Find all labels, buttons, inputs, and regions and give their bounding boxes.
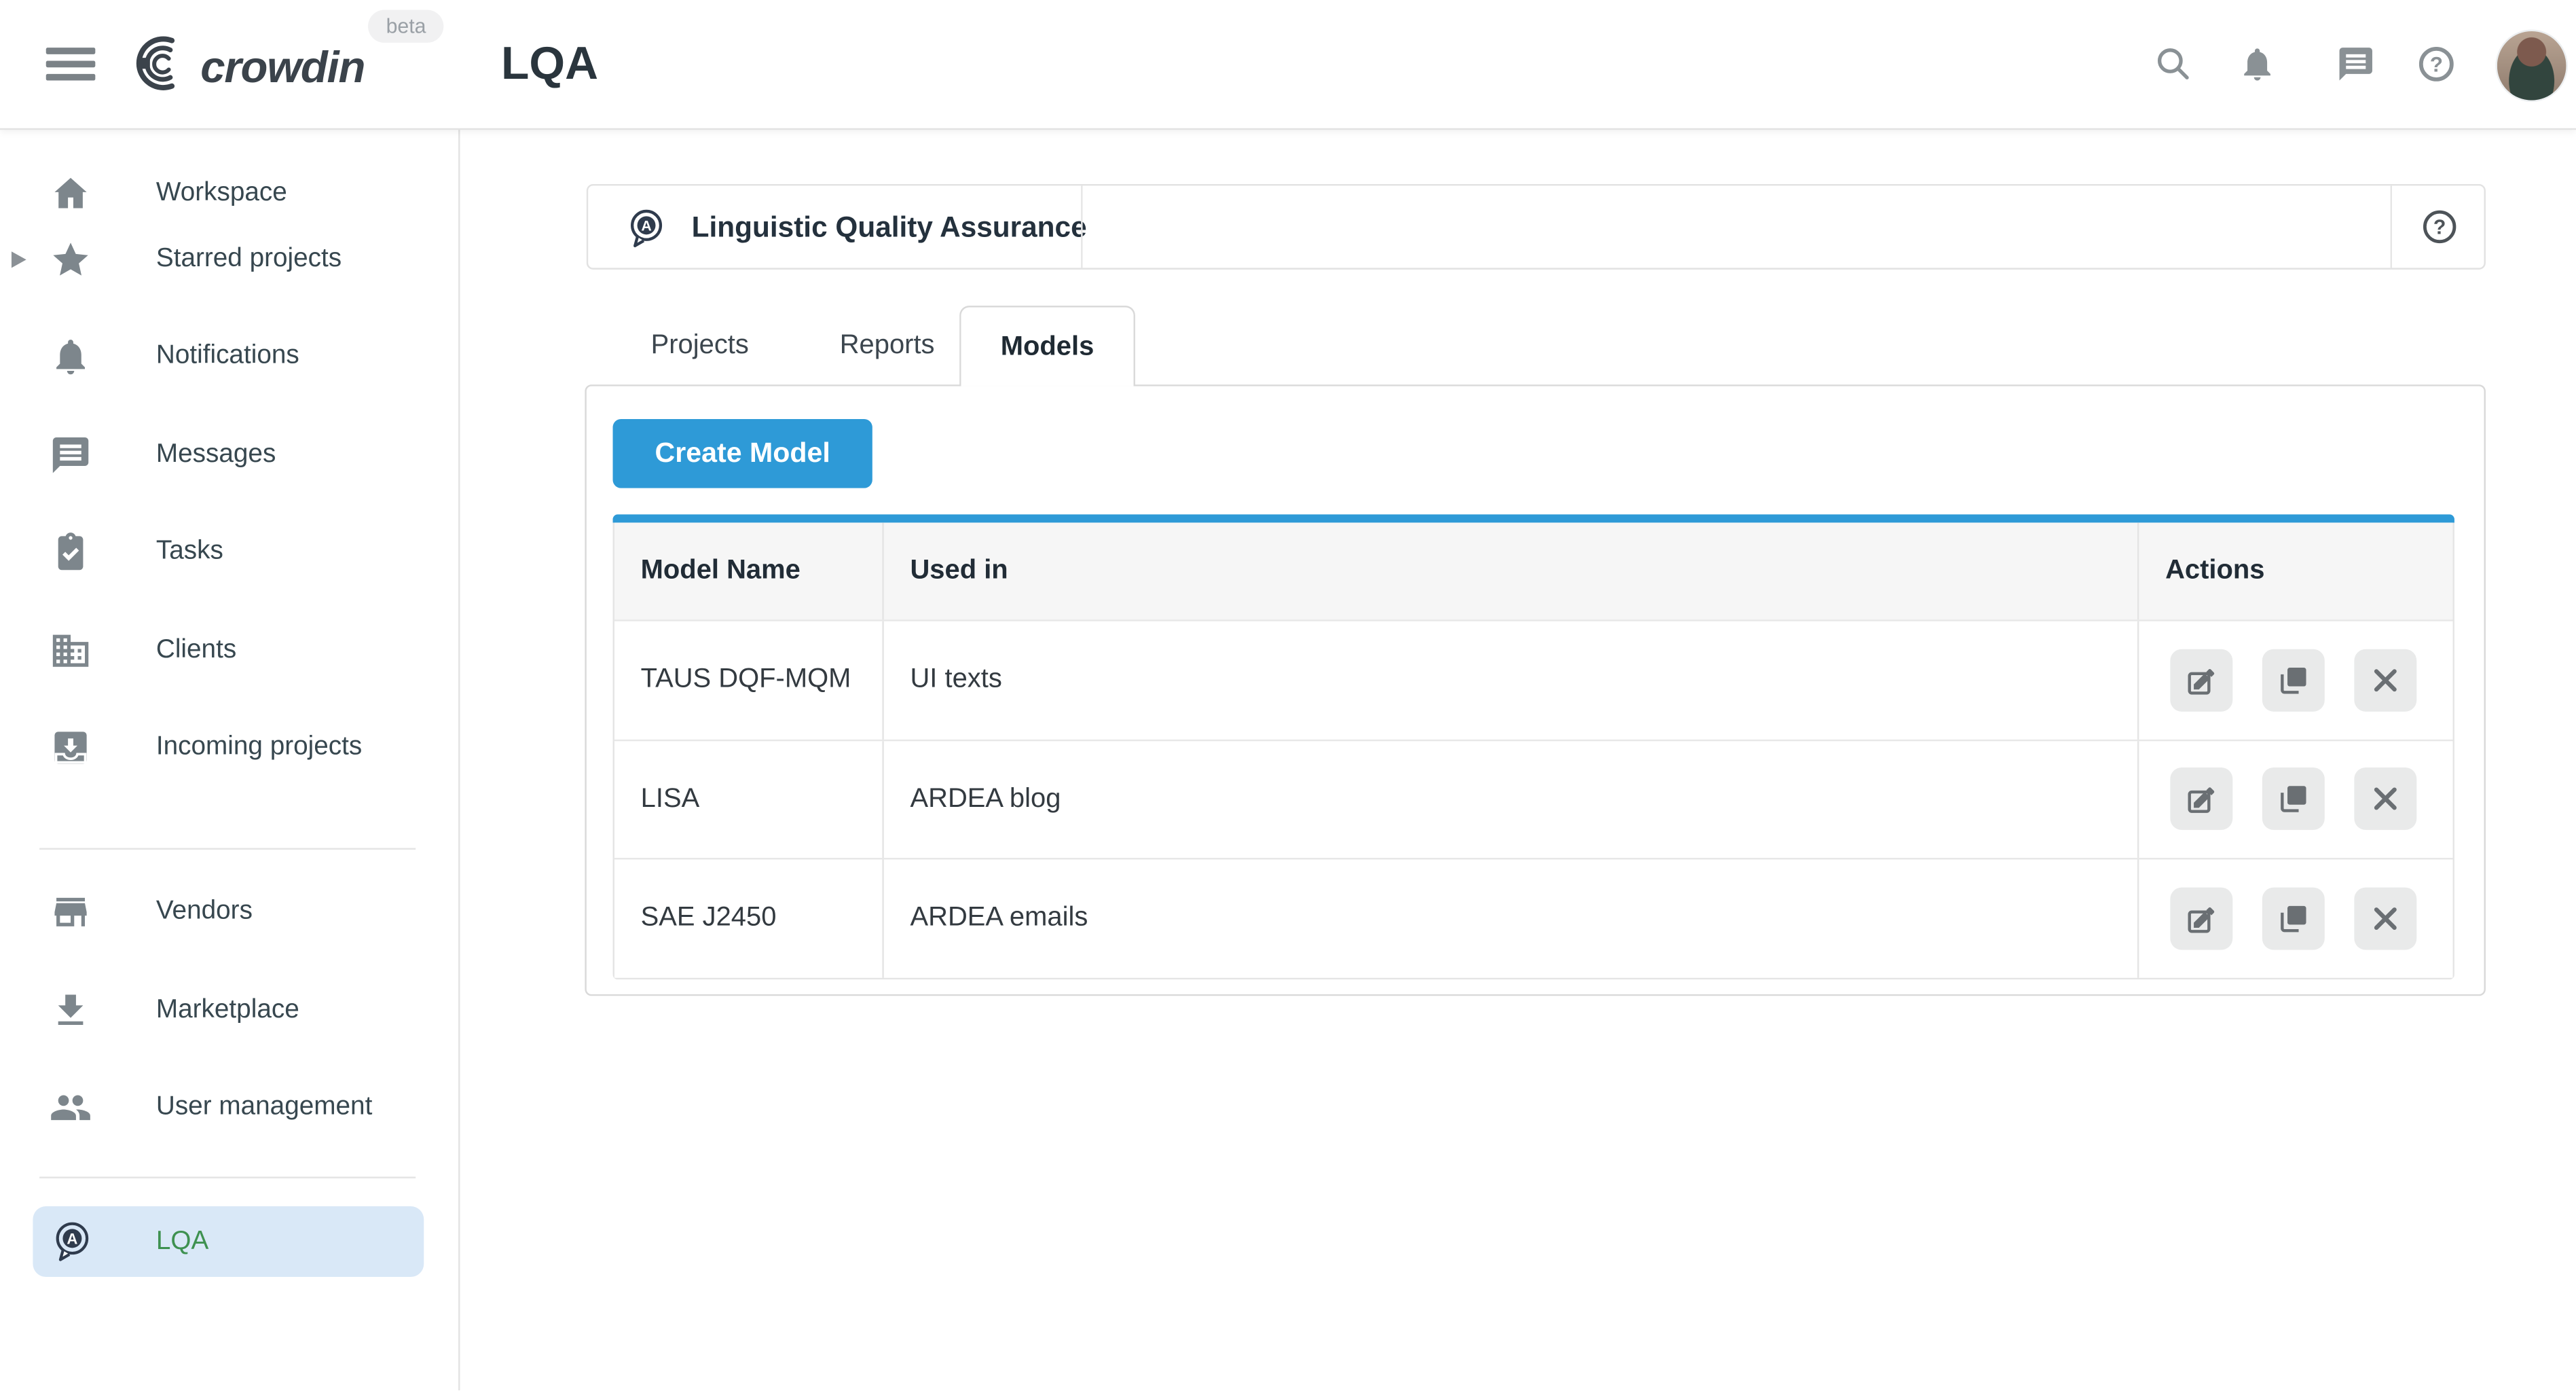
sidebar-item-user-management[interactable]: User management (0, 1074, 458, 1140)
table-row: TAUS DQF-MQM UI texts (614, 619, 2453, 738)
sidebar-item-starred-projects[interactable]: Starred projects (0, 227, 458, 293)
table-row: LISA ARDEA blog (614, 739, 2453, 858)
app-window: crowdin beta LQA ? (0, 0, 2576, 1391)
models-table: Model Name Used in Actions TAUS DQF-MQM … (613, 514, 2454, 979)
close-icon (2371, 784, 2401, 814)
sidebar: Workspace Starred projects Notifications… (0, 128, 460, 1391)
table-accent-bar (613, 514, 2454, 522)
used-in-cell: ARDEA emails (884, 859, 2139, 977)
help-icon[interactable]: ? (2416, 44, 2456, 84)
vendors-icon (50, 890, 92, 933)
copy-icon (2277, 902, 2310, 935)
delete-model-button[interactable] (2354, 649, 2416, 711)
svg-text:?: ? (2433, 217, 2446, 239)
sidebar-item-vendors[interactable]: Vendors (0, 880, 458, 945)
duplicate-model-button[interactable] (2262, 768, 2325, 831)
sidebar-item-workspace[interactable]: Workspace (0, 161, 458, 227)
create-model-button[interactable]: Create Model (613, 419, 872, 488)
crowdin-logo-icon (125, 33, 194, 103)
sidebar-item-notifications[interactable]: Notifications (0, 324, 458, 390)
used-in-cell: ARDEA blog (884, 740, 2139, 858)
divider (1081, 185, 1082, 268)
crowdin-logo[interactable]: crowdin (125, 33, 365, 103)
sidebar-item-messages[interactable]: Messages (0, 422, 458, 488)
column-header-actions: Actions (2139, 522, 2452, 619)
incoming-icon (50, 726, 92, 769)
bell-icon[interactable] (2238, 44, 2277, 84)
tab-projects[interactable]: Projects (626, 306, 774, 384)
table-row: SAE J2450 ARDEA emails (614, 858, 2453, 977)
sidebar-item-clients[interactable]: Clients (0, 618, 458, 684)
marketplace-icon (50, 990, 92, 1032)
table-header-row: Model Name Used in Actions (614, 522, 2453, 619)
svg-text:A: A (641, 217, 651, 234)
duplicate-model-button[interactable] (2262, 887, 2325, 950)
svg-text:A: A (67, 1230, 77, 1247)
edit-icon (2185, 782, 2218, 815)
edit-model-button[interactable] (2170, 768, 2232, 831)
copy-icon (2277, 664, 2310, 696)
message-icon (50, 434, 92, 477)
models-tab-panel: Create Model Model Name Used in Actions … (585, 384, 2486, 996)
tab-reports[interactable]: Reports (813, 306, 961, 384)
sidebar-item-marketplace[interactable]: Marketplace (0, 978, 458, 1044)
search-icon[interactable] (2154, 44, 2193, 84)
lqa-panel-header: A Linguistic Quality Assurance ? (587, 184, 2486, 270)
divider (2391, 185, 2392, 268)
crowdin-logo-text: crowdin (200, 43, 365, 94)
sidebar-divider (39, 1176, 416, 1178)
edit-icon (2185, 902, 2218, 935)
used-in-cell: UI texts (884, 621, 2139, 739)
home-icon (50, 173, 92, 215)
lqa-icon: A (50, 1219, 92, 1262)
duplicate-model-button[interactable] (2262, 649, 2325, 711)
beta-badge: beta (368, 10, 444, 43)
column-header-used-in: Used in (884, 522, 2139, 619)
sidebar-item-incoming-projects[interactable]: Incoming projects (0, 715, 458, 781)
model-name-cell: LISA (614, 740, 884, 858)
delete-model-button[interactable] (2354, 887, 2416, 950)
model-name-cell: SAE J2450 (614, 859, 884, 977)
help-icon[interactable]: ? (2420, 207, 2459, 247)
star-icon (50, 238, 92, 281)
close-icon (2371, 903, 2401, 933)
edit-model-button[interactable] (2170, 887, 2232, 950)
chat-icon[interactable] (2336, 44, 2376, 84)
users-icon (50, 1086, 92, 1129)
edit-icon (2185, 664, 2218, 696)
bell-icon (50, 336, 92, 378)
hamburger-icon[interactable] (46, 48, 96, 80)
close-icon (2371, 665, 2401, 695)
main-content: A Linguistic Quality Assurance ? Project… (460, 128, 2575, 1391)
actions-cell (2139, 621, 2452, 739)
model-name-cell: TAUS DQF-MQM (614, 621, 884, 739)
sidebar-item-lqa[interactable]: A LQA (33, 1206, 424, 1277)
sidebar-item-tasks[interactable]: Tasks (0, 520, 458, 585)
svg-text:?: ? (2430, 52, 2443, 76)
copy-icon (2277, 782, 2310, 815)
delete-model-button[interactable] (2354, 768, 2416, 831)
page-title: LQA (501, 0, 598, 128)
lqa-icon: A (624, 207, 667, 250)
panel-title: Linguistic Quality Assurance (692, 185, 1087, 268)
app-header: crowdin beta LQA ? (0, 0, 2576, 128)
tab-models[interactable]: Models (959, 306, 1135, 386)
tasks-icon (50, 531, 92, 574)
user-avatar[interactable] (2495, 30, 2567, 102)
sidebar-divider (39, 848, 416, 850)
actions-cell (2139, 859, 2452, 977)
clients-icon (50, 630, 92, 672)
actions-cell (2139, 740, 2452, 858)
edit-model-button[interactable] (2170, 649, 2232, 711)
column-header-model-name: Model Name (614, 522, 884, 619)
